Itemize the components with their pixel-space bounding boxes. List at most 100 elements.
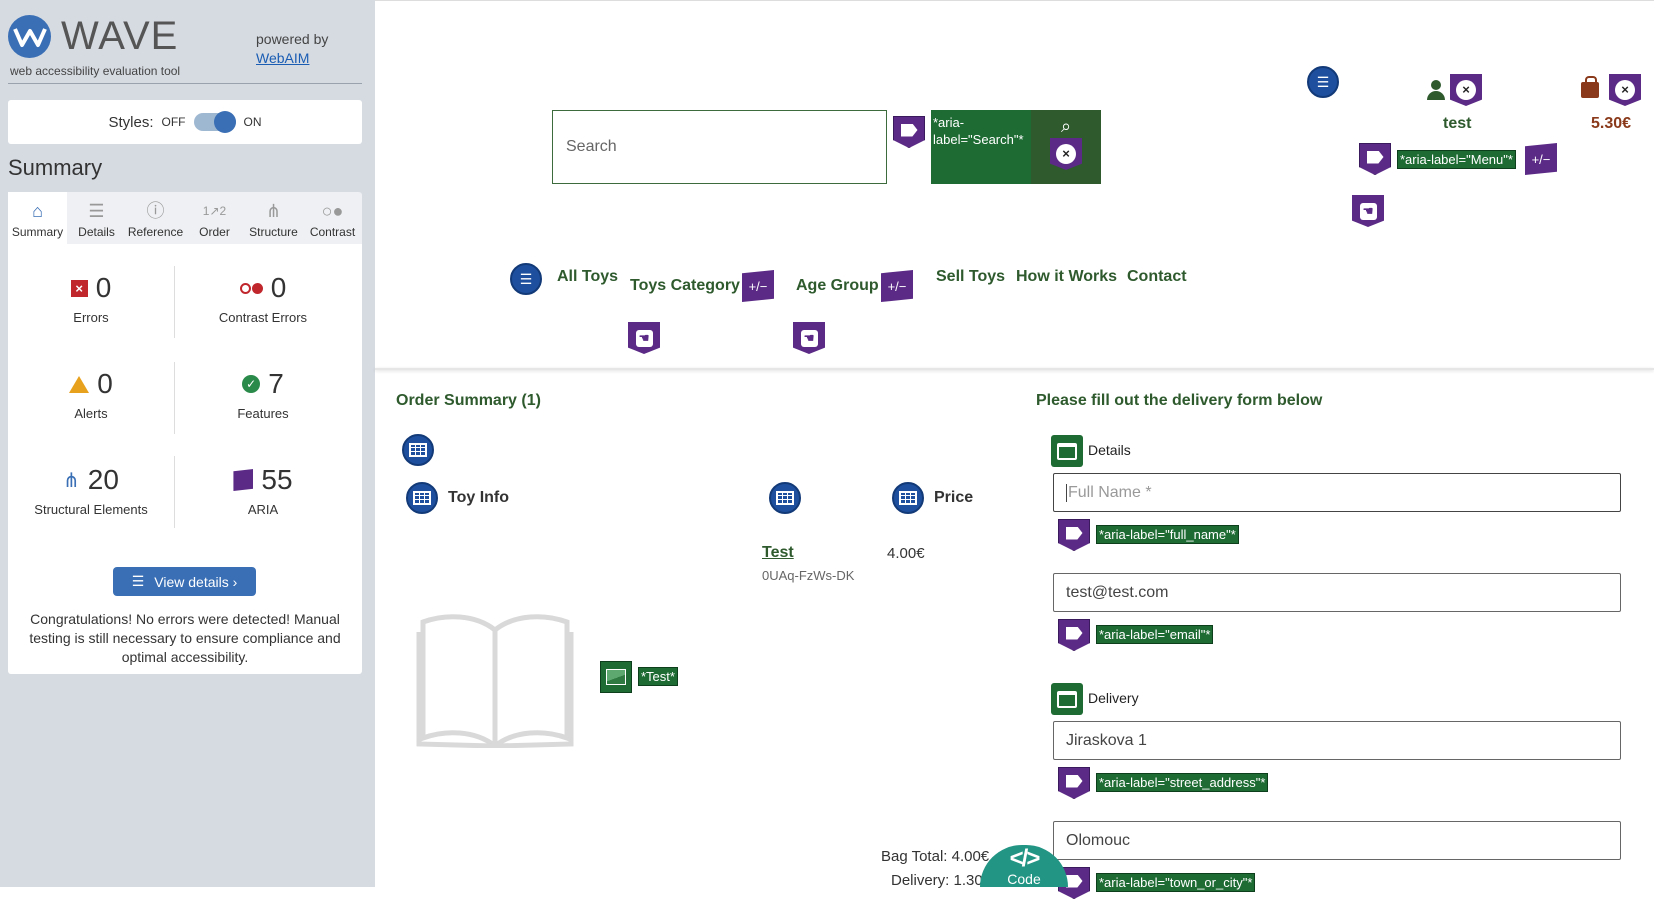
features-label: Features — [237, 406, 289, 421]
aria-label-icon[interactable] — [1058, 767, 1090, 799]
bag-icon[interactable] — [1581, 76, 1599, 98]
contrast-error-icon — [239, 282, 263, 294]
view-details-button[interactable]: ☰ View details › — [113, 567, 256, 596]
aria-expanded-icon[interactable]: +/− — [1525, 143, 1557, 175]
toggle-knob — [213, 111, 236, 133]
table-header-icon[interactable] — [892, 482, 924, 514]
user-name[interactable]: test — [1443, 115, 1471, 133]
aria-hidden-icon[interactable]: × — [1609, 74, 1641, 106]
feature-icon: ✓ — [242, 375, 261, 393]
menu-aria-label-text: *aria-label="Menu"* — [1397, 150, 1516, 169]
sidebar-divider — [8, 83, 362, 84]
stat-features[interactable]: ✓ 7 Features — [183, 368, 343, 421]
wave-wordmark: WAVE — [61, 14, 179, 58]
stat-aria[interactable]: 55 ARIA — [183, 464, 343, 517]
powered-by: powered by WebAIM — [256, 30, 328, 68]
aria-expanded-icon[interactable]: +/− — [742, 270, 774, 302]
alerts-label: Alerts — [74, 406, 108, 421]
wave-tabs: ⌂ Summary ☰ Details ⓘ Reference 1↗2 Orde… — [8, 192, 362, 244]
table-header-icon[interactable] — [769, 482, 801, 514]
stat-divider — [174, 456, 175, 528]
list-wave-icon[interactable]: ☰ — [510, 263, 542, 295]
nav-all-toys[interactable]: All Toys — [557, 268, 618, 286]
tab-contrast[interactable]: ○● Contrast — [303, 192, 362, 244]
alerts-count: 0 — [97, 368, 113, 399]
info-icon: ⓘ — [146, 201, 165, 221]
aria-label-icon[interactable] — [1058, 519, 1090, 551]
fieldset-icon[interactable] — [1051, 435, 1083, 467]
aria-count: 55 — [261, 464, 293, 495]
nav-age-group[interactable]: Age Group — [796, 277, 879, 295]
aria-label: ARIA — [247, 502, 279, 517]
stat-alerts[interactable]: 0 Alerts — [11, 368, 171, 421]
home-icon: ⌂ — [32, 201, 43, 221]
aria-popup-icon[interactable]: ☚ — [1352, 195, 1384, 227]
view-details-label: View details › — [154, 573, 238, 590]
nav-toys-category[interactable]: Toys Category — [630, 277, 740, 295]
aria-label-icon[interactable] — [1058, 619, 1090, 651]
nav-contact[interactable]: Contact — [1127, 268, 1187, 286]
nav-sell-toys[interactable]: Sell Toys — [936, 268, 1005, 286]
aria-label-icon[interactable] — [893, 116, 925, 148]
image-alt-icon[interactable] — [600, 661, 632, 693]
column-price: Price — [934, 489, 974, 506]
bag-total-summary: Bag Total: 4.00€ — [881, 848, 990, 865]
alert-icon — [69, 375, 90, 393]
search-input[interactable] — [552, 110, 887, 184]
stat-errors[interactable]: × 0 Errors — [11, 272, 171, 325]
errors-count: 0 — [95, 272, 112, 303]
delivery-form-heading: Please fill out the delivery form below — [1036, 392, 1323, 409]
congrats-message: Congratulations! No errors were detected… — [29, 611, 341, 665]
image-alt-text: *Test* — [638, 667, 678, 686]
aria-icon — [233, 469, 254, 491]
tab-order[interactable]: 1↗2 Order — [185, 192, 244, 244]
details-legend: Details — [1088, 442, 1131, 458]
code-toggle-button[interactable]: </> Code — [980, 845, 1068, 887]
aria-popup-icon[interactable]: ☚ — [628, 322, 660, 354]
aria-label-icon[interactable] — [1359, 143, 1391, 175]
wave-logo-icon — [8, 15, 51, 58]
aria-popup-icon[interactable]: ☚ — [793, 322, 825, 354]
tab-details[interactable]: ☰ Details — [67, 192, 126, 244]
tab-label: Reference — [127, 225, 184, 239]
product-price: 4.00€ — [887, 545, 925, 562]
tab-label: Order — [199, 225, 230, 239]
aria-hidden-icon[interactable]: × — [1050, 138, 1082, 170]
fieldset-icon[interactable] — [1051, 683, 1083, 715]
city-field[interactable]: Olomouc — [1053, 821, 1621, 860]
email-field[interactable]: test@test.com — [1053, 573, 1621, 612]
aria-hidden-icon[interactable]: × — [1450, 74, 1482, 106]
street-address-field[interactable]: Jiraskova 1 — [1053, 721, 1621, 760]
nav-how-it-works[interactable]: How it Works — [1016, 268, 1117, 286]
powered-by-text: powered by — [256, 31, 329, 47]
structure-icon: ⋔ — [63, 469, 80, 492]
contrast-errors-label: Contrast Errors — [218, 310, 308, 325]
full-name-field[interactable]: Full Name * — [1053, 473, 1621, 512]
tab-structure[interactable]: ⋔ Structure — [244, 192, 303, 244]
list-wave-icon[interactable]: ☰ — [1307, 66, 1339, 98]
product-link[interactable]: Test — [762, 544, 794, 562]
user-icon[interactable] — [1427, 80, 1445, 100]
stat-divider — [174, 266, 175, 338]
stat-contrast-errors[interactable]: 0 Contrast Errors — [183, 272, 343, 325]
styles-on-label: ON — [243, 115, 262, 129]
tab-label: Details — [78, 225, 115, 239]
tab-reference[interactable]: ⓘ Reference — [126, 192, 185, 244]
tab-summary[interactable]: ⌂ Summary — [8, 192, 67, 244]
summary-heading: Summary — [8, 155, 103, 180]
stat-structural[interactable]: ⋔ 20 Structural Elements — [11, 464, 171, 517]
table-icon[interactable] — [402, 434, 434, 466]
aria-expanded-icon[interactable]: +/− — [881, 270, 913, 302]
table-header-icon[interactable] — [406, 482, 438, 514]
wave-subtitle: web accessibility evaluation tool — [10, 64, 181, 78]
wave-logo: WAVE — [8, 14, 178, 59]
wave-sidebar: WAVE web accessibility evaluation tool p… — [0, 0, 375, 887]
styles-toggle[interactable] — [193, 111, 236, 133]
product-sku: 0UAq-FzWs-DK — [762, 568, 855, 583]
bag-total[interactable]: 5.30€ — [1591, 115, 1631, 133]
structural-count: 20 — [87, 464, 119, 495]
webaim-link[interactable]: WebAIM — [256, 50, 309, 66]
features-count: 7 — [268, 368, 284, 399]
city-aria-text: *aria-label="town_or_city"* — [1096, 873, 1256, 892]
tab-label: Contrast — [309, 225, 356, 239]
